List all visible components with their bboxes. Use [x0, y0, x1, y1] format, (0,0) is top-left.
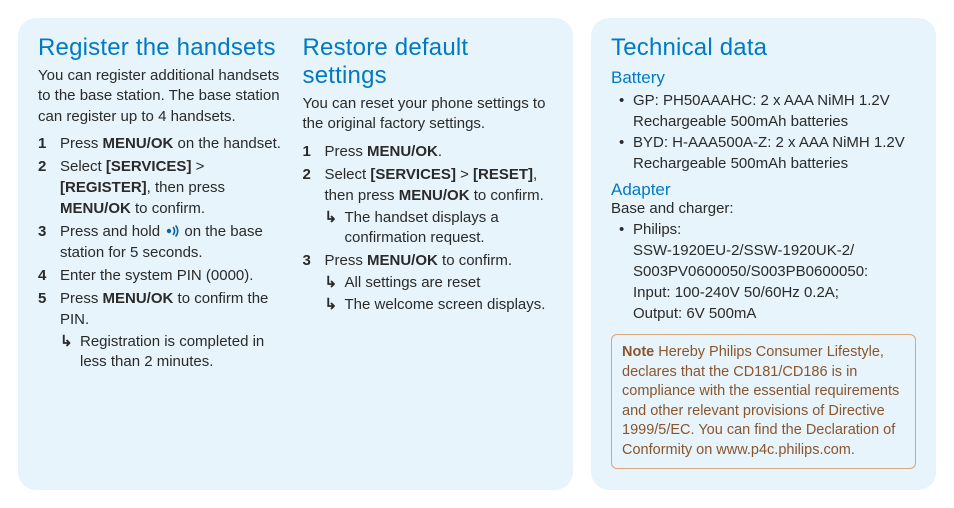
battery-list: GP: PH50AAAHC: 2 x AAA NiMH 1.2V Recharg…	[611, 90, 916, 174]
register-steps: 1 Press MENU/OK on the handset. 2 Select…	[38, 133, 289, 330]
adapter-list: Philips: SSW-1920EU-2/SSW-1920UK-2/ S003…	[611, 219, 916, 324]
register-step-4: 4 Enter the system PIN (0000).	[38, 265, 289, 286]
menu-ok-label: MENU/OK	[103, 290, 174, 307]
step-number: 4	[38, 265, 52, 286]
step-number: 1	[303, 141, 317, 162]
note-text: Hereby Philips Consumer Lifestyle, decla…	[622, 344, 899, 458]
step-text: Press MENU/OK to confirm the PIN.	[60, 288, 289, 330]
text: Press	[60, 135, 103, 152]
register-step-3: 3 Press and hold on the base station for…	[38, 221, 289, 263]
text: Press	[60, 290, 103, 307]
menu-ok-label: MENU/OK	[103, 135, 174, 152]
note-box: Note Hereby Philips Consumer Lifestyle, …	[611, 334, 916, 469]
restore-sub2: All settings are reset	[325, 273, 554, 293]
battery-item-1: GP: PH50AAAHC: 2 x AAA NiMH 1.2V Recharg…	[611, 90, 916, 132]
step-number: 1	[38, 133, 52, 154]
text: .	[438, 143, 442, 160]
signal-icon	[165, 222, 179, 234]
register-section: Register the handsets You can register a…	[38, 34, 289, 470]
step-text: Enter the system PIN (0000).	[60, 265, 289, 286]
step-text: Press and hold on the base station for 5…	[60, 221, 289, 263]
step-number: 5	[38, 288, 52, 330]
restore-subs-wrap: All settings are reset The welcome scree…	[325, 273, 554, 316]
restore-step-2: 2 Select [SERVICES] > [RESET], then pres…	[303, 164, 554, 206]
text: on the handset.	[173, 135, 281, 152]
restore-sub1: The handset displays a confirmation requ…	[325, 208, 554, 249]
restore-sub3: The welcome screen displays.	[325, 295, 554, 315]
note-label: Note	[622, 344, 654, 360]
step-text: Select [SERVICES] > [REGISTER], then pre…	[60, 156, 289, 219]
adapter-heading: Adapter	[611, 180, 916, 200]
step-text: Press MENU/OK on the handset.	[60, 133, 289, 154]
restore-step-1: 1 Press MENU/OK.	[303, 141, 554, 162]
register-intro: You can register additional handsets to …	[38, 66, 289, 127]
step-number: 3	[303, 250, 317, 271]
register-step-5: 5 Press MENU/OK to confirm the PIN.	[38, 288, 289, 330]
register-step-2: 2 Select [SERVICES] > [REGISTER], then p…	[38, 156, 289, 219]
battery-heading: Battery	[611, 68, 916, 88]
step-text: Press MENU/OK.	[325, 141, 554, 162]
battery-item-2: BYD: H-AAA500A-Z: 2 x AAA NiMH 1.2V Rech…	[611, 132, 916, 174]
adapter-item: Philips: SSW-1920EU-2/SSW-1920UK-2/ S003…	[611, 219, 916, 324]
restore-section: Restore default settings You can reset y…	[303, 34, 554, 470]
restore-heading: Restore default settings	[303, 34, 554, 90]
register-result-wrap: Registration is completed in less than 2…	[60, 332, 289, 373]
restore-intro: You can reset your phone settings to the…	[303, 94, 554, 135]
menu-ok-label: MENU/OK	[367, 143, 438, 160]
register-heading: Register the handsets	[38, 34, 289, 62]
technical-heading: Technical data	[611, 34, 916, 62]
text: Press and hold	[60, 223, 164, 240]
step-number: 2	[38, 156, 52, 219]
right-panel: Technical data Battery GP: PH50AAAHC: 2 …	[591, 18, 936, 490]
step-number: 3	[38, 221, 52, 263]
restore-sub1-wrap: The handset displays a confirmation requ…	[325, 208, 554, 249]
restore-steps-2: 3 Press MENU/OK to confirm.	[303, 250, 554, 271]
restore-step-3: 3 Press MENU/OK to confirm.	[303, 250, 554, 271]
text: to confirm.	[438, 252, 512, 269]
step-number: 2	[303, 164, 317, 206]
register-result: Registration is completed in less than 2…	[60, 332, 289, 373]
step-text: Select [SERVICES] > [RESET], then press …	[325, 164, 554, 206]
restore-steps: 1 Press MENU/OK. 2 Select [SERVICES] > […	[303, 141, 554, 206]
adapter-sub: Base and charger:	[611, 200, 916, 217]
left-panel: Register the handsets You can register a…	[18, 18, 573, 490]
step-text: Press MENU/OK to confirm.	[325, 250, 554, 271]
register-step-1: 1 Press MENU/OK on the handset.	[38, 133, 289, 154]
page: Register the handsets You can register a…	[0, 0, 954, 508]
text: Press	[325, 143, 368, 160]
menu-ok-label: MENU/OK	[367, 252, 438, 269]
text: Press	[325, 252, 368, 269]
